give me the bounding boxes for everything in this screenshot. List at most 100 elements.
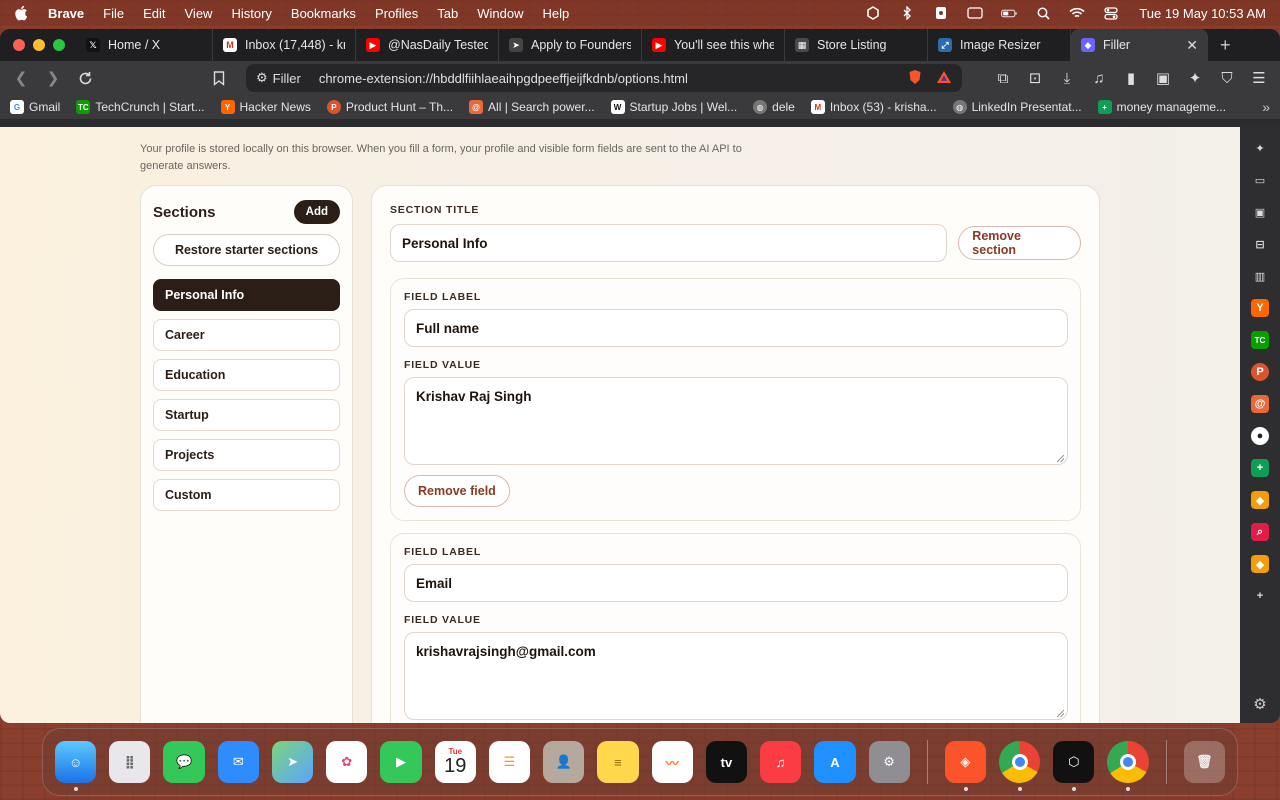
control-center-icon[interactable] <box>1103 6 1119 20</box>
reading-list-icon[interactable]: ▥ <box>1251 267 1269 285</box>
menu-history[interactable]: History <box>231 6 271 21</box>
launchpad-icon[interactable]: ⣿ <box>109 741 151 783</box>
facetime-icon[interactable]: ▶ <box>380 741 422 783</box>
cursor-icon[interactable]: ⬡ <box>1053 741 1095 791</box>
trash-icon[interactable]: 🗑 <box>1183 741 1225 783</box>
notes-icon[interactable]: ≡ <box>597 741 639 783</box>
add-sidebar-item-icon[interactable]: + <box>1251 587 1269 605</box>
brave-rewards-icon[interactable] <box>936 70 952 87</box>
bookmark-page-button[interactable] <box>206 65 232 91</box>
talk-icon[interactable]: ▭ <box>1251 171 1269 189</box>
github-icon[interactable]: ● <box>1251 427 1269 445</box>
resize-handle-icon[interactable] <box>1057 710 1064 717</box>
bookmark-startup-jobs[interactable]: W Startup Jobs | Wel... <box>610 100 737 114</box>
menu-app-name[interactable]: Brave <box>48 6 84 21</box>
bookmark-gmail[interactable]: G Gmail <box>10 100 60 114</box>
section-item-personal-info[interactable]: Personal Info <box>153 279 340 311</box>
close-window-button[interactable] <box>13 39 25 51</box>
mail-icon[interactable]: ✉ <box>217 741 259 783</box>
menu-window[interactable]: Window <box>477 6 523 21</box>
freeform-icon[interactable]: 〰 <box>651 741 693 783</box>
url-text[interactable]: chrome-extension://hbddlfiihlaeaihpgdpee… <box>319 71 688 86</box>
field-label-input[interactable]: Email <box>404 564 1068 602</box>
keyboard-icon[interactable] <box>967 6 983 20</box>
bookmark-linkedin-presentation[interactable]: ◍ LinkedIn Presentat... <box>952 100 1082 114</box>
reminders-icon[interactable]: ☰ <box>488 741 531 783</box>
appstore-icon[interactable]: A <box>814 741 856 783</box>
spotlight-search-icon[interactable] <box>1035 6 1051 20</box>
section-item-custom[interactable]: Custom <box>153 479 340 511</box>
field-value-textarea[interactable]: Krishav Raj Singh <box>404 377 1068 465</box>
hackernews-icon[interactable]: Y <box>1251 299 1269 317</box>
bookmark-hacker-news[interactable]: Y Hacker News <box>220 100 311 114</box>
tab-image-resizer[interactable]: ⤢ Image Resizer <box>928 29 1071 61</box>
photos-icon[interactable]: ✿ <box>326 741 368 783</box>
bookmark-techcrunch[interactable]: TC TechCrunch | Start... <box>76 100 205 114</box>
tab-apply-founders[interactable]: ➤ Apply to Founders, <box>499 29 642 61</box>
field-value-textarea[interactable]: krishavrajsingh@gmail.com <box>404 632 1068 720</box>
settings-icon[interactable]: ⚙ <box>868 741 910 783</box>
zoom-window-button[interactable] <box>53 39 65 51</box>
wallet-icon[interactable]: ▣ <box>1251 203 1269 221</box>
main-menu-icon[interactable]: ☰ <box>1246 65 1272 91</box>
accessory-icon[interactable] <box>933 6 949 20</box>
wifi-icon[interactable] <box>1069 6 1085 20</box>
extensions-icon[interactable]: ⧉ <box>990 65 1016 91</box>
bookmarks-panel-icon[interactable]: ⊟ <box>1251 235 1269 253</box>
bookmark-money-management[interactable]: + money manageme... <box>1097 100 1226 114</box>
maps-icon[interactable]: ➤ <box>271 741 314 783</box>
search-extension-icon[interactable]: ⌕ <box>1251 523 1269 541</box>
appletv-icon[interactable]: tv <box>705 741 748 783</box>
contacts-icon[interactable]: 👤 <box>543 741 585 783</box>
tab-youtube-nasdaily[interactable]: ▶ @NasDaily Tested 1 <box>356 29 499 61</box>
menu-profiles[interactable]: Profiles <box>375 6 418 21</box>
bookmark-search-power[interactable]: @ All | Search power... <box>469 100 595 114</box>
search-power-icon[interactable]: @ <box>1251 395 1269 413</box>
brave-icon[interactable]: ◈ <box>944 741 986 791</box>
bookmark-inbox[interactable]: M Inbox (53) - krisha... <box>810 100 937 114</box>
tab-store-listing[interactable]: ▦ Store Listing <box>785 29 928 61</box>
bluetooth-icon[interactable] <box>899 6 915 20</box>
menu-tab[interactable]: Tab <box>437 6 458 21</box>
section-item-career[interactable]: Career <box>153 319 340 351</box>
messages-icon[interactable]: 💬 <box>163 741 205 783</box>
menu-file[interactable]: File <box>103 6 124 21</box>
chrome-icon[interactable] <box>998 741 1041 791</box>
forward-button[interactable]: ❯ <box>40 65 66 91</box>
downloads-icon[interactable]: ⤓ <box>1054 65 1080 91</box>
sidebar-settings-icon[interactable]: ⚙ <box>1253 695 1266 713</box>
screenshot-icon[interactable]: ⊡ <box>1022 65 1048 91</box>
leo-ai-icon[interactable]: ✦ <box>1251 139 1269 157</box>
site-info-chip[interactable]: ⚙ Filler <box>256 70 311 86</box>
wallet-icon[interactable]: ▣ <box>1150 65 1176 91</box>
back-button[interactable]: ❮ <box>8 65 34 91</box>
section-item-education[interactable]: Education <box>153 359 340 391</box>
menu-edit[interactable]: Edit <box>143 6 165 21</box>
calendar-icon[interactable]: Tue 19 <box>434 741 476 783</box>
section-item-startup[interactable]: Startup <box>153 399 340 431</box>
menu-bookmarks[interactable]: Bookmarks <box>291 6 356 21</box>
add-section-button[interactable]: Add <box>293 200 340 224</box>
remove-field-button[interactable]: Remove field <box>404 475 510 507</box>
field-label-input[interactable]: Full name <box>404 309 1068 347</box>
package-icon[interactable]: ◆ <box>1251 491 1269 509</box>
battery-icon[interactable] <box>1001 6 1017 20</box>
menu-help[interactable]: Help <box>543 6 570 21</box>
vpn-icon[interactable]: ⛉ <box>1214 65 1240 91</box>
bookmark-dele[interactable]: ◍ dele <box>753 100 795 114</box>
menubar-clock[interactable]: Tue 19 May 10:53 AM <box>1139 6 1266 21</box>
leo-ai-icon[interactable]: ✦ <box>1182 65 1208 91</box>
tab-filler[interactable]: ◆ Filler ✕ <box>1071 29 1208 61</box>
tab-youtube-video[interactable]: ▶ You'll see this when <box>642 29 785 61</box>
package-icon[interactable]: ◆ <box>1251 555 1269 573</box>
remove-section-button[interactable]: Remove section <box>958 226 1081 260</box>
reload-button[interactable] <box>72 65 98 91</box>
producthunt-icon[interactable]: P <box>1251 363 1269 381</box>
tab-gmail-inbox[interactable]: M Inbox (17,448) - kri <box>213 29 356 61</box>
techcrunch-icon[interactable]: TC <box>1251 331 1269 349</box>
sheets-icon[interactable]: + <box>1251 459 1269 477</box>
address-bar[interactable]: ⚙ Filler chrome-extension://hbddlfiihlae… <box>246 64 962 92</box>
section-item-projects[interactable]: Projects <box>153 439 340 471</box>
package-status-icon[interactable] <box>865 6 881 20</box>
bookmark-product-hunt[interactable]: P Product Hunt – Th... <box>326 100 453 114</box>
